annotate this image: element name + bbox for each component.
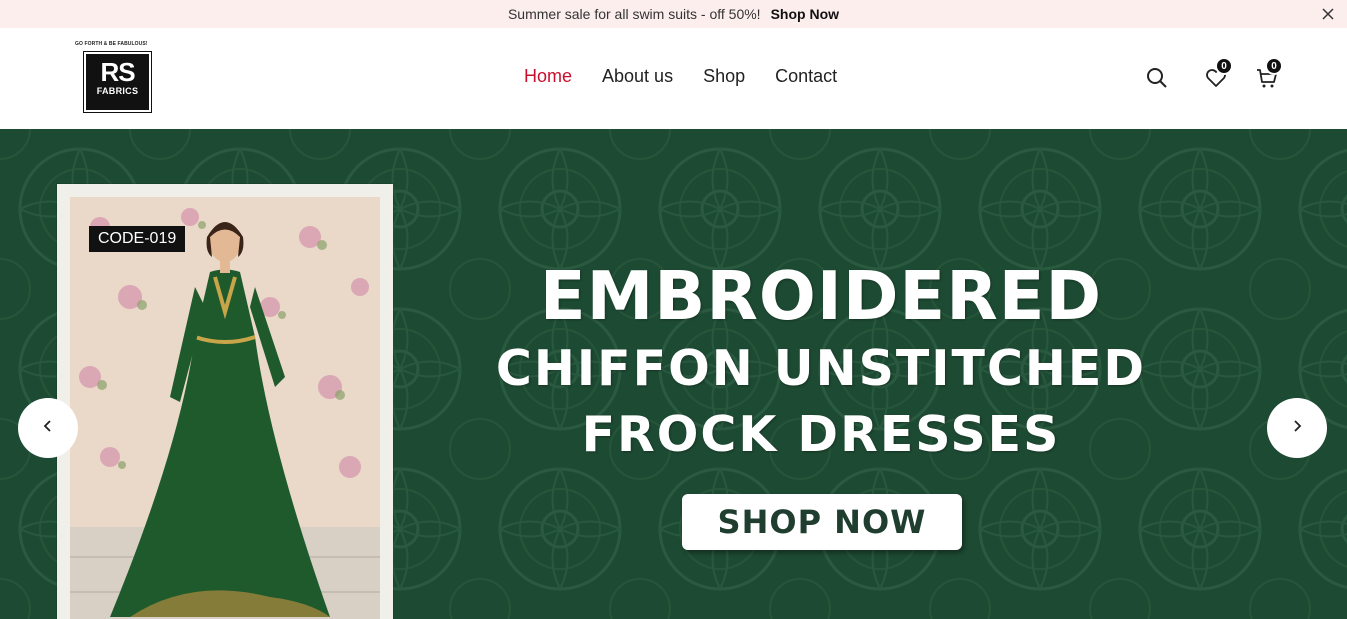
main-nav: Home About us Shop Contact [524,66,837,87]
slider-next-button[interactable] [1267,398,1327,458]
close-icon[interactable] [1319,5,1337,23]
cart-icon [1255,69,1279,94]
cart-count-badge: 0 [1265,57,1283,75]
nav-item-contact[interactable]: Contact [775,66,837,87]
hero-slider: CODE-019 EMBROIDERED CHIFFON UNSTITCHED … [0,129,1347,619]
heart-icon [1204,69,1228,94]
site-header: GO FORTH & BE FABULOUS! RS FABRICS Home … [0,28,1347,129]
logo-box: RS FABRICS [83,51,152,113]
hero-headline-line1: EMBROIDERED [539,257,1103,335]
nav-item-shop[interactable]: Shop [703,66,745,87]
announcement-shop-now-link[interactable]: Shop Now [771,6,839,22]
product-code-tag: CODE-019 [89,226,186,252]
logo[interactable]: GO FORTH & BE FABULOUS! RS FABRICS [75,41,165,113]
nav-item-about-us[interactable]: About us [602,66,673,87]
hero-headline: EMBROIDERED CHIFFON UNSTITCHED FROCK DRE… [490,257,1152,467]
header-icons: 0 0 [1145,57,1295,96]
search-icon[interactable] [1145,66,1171,92]
announcement-bar: Summer sale for all swim suits - off 50%… [0,0,1347,28]
product-image[interactable] [70,197,380,619]
wishlist-count-badge: 0 [1215,57,1233,75]
logo-sub-text: FABRICS [96,86,139,96]
chevron-left-icon [41,419,55,438]
chevron-right-icon [1290,419,1304,438]
nav-item-home[interactable]: Home [524,66,572,87]
hero-headline-line3: FROCK DRESSES [581,406,1061,463]
announcement-message: Summer sale for all swim suits - off 50%… [507,6,761,22]
logo-main-text: RS [100,57,135,87]
hero-headline-line2: CHIFFON UNSTITCHED [495,340,1147,397]
shop-now-button[interactable]: SHOP NOW [682,494,962,550]
slider-prev-button[interactable] [18,398,78,458]
logo-tagline: GO FORTH & BE FABULOUS! [75,41,148,47]
